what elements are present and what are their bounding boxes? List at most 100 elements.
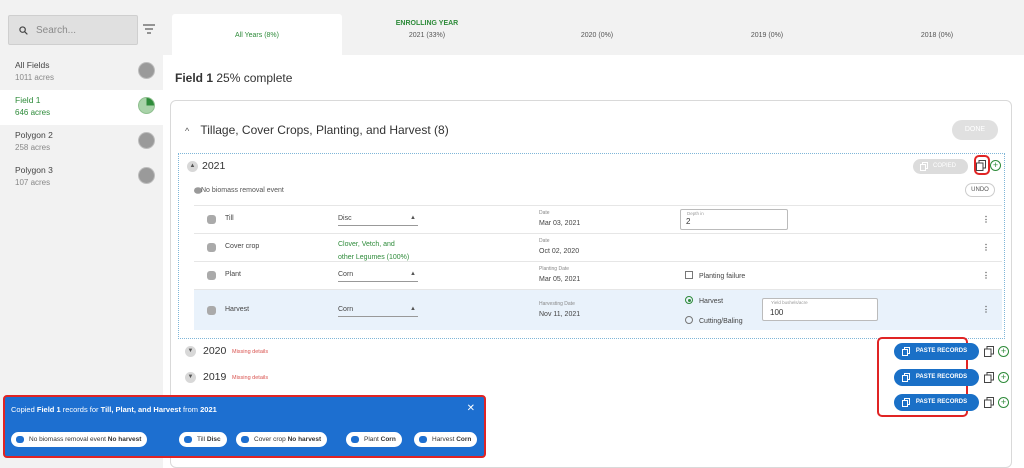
toast-year: 2021 [200,405,217,414]
tab-2018[interactable]: 2018 (0%) [852,14,1022,55]
copy-icon[interactable] [984,346,994,357]
chip-label: Plant [364,436,379,443]
close-icon[interactable]: ✕ [467,403,475,414]
progress-pie-icon [138,132,155,149]
plant-crop-select[interactable]: Corn ▲ [338,271,418,282]
till-icon [207,215,216,224]
progress-pie-icon [138,62,155,79]
more-options-icon[interactable]: ⋮ [982,271,990,280]
year-2021-panel: ▲ 2021 COPIED + No biomass removal event… [178,153,1005,339]
planting-failure-checkbox[interactable]: Planting failure [685,271,745,280]
paste-records-button[interactable]: PASTE RECORDS [894,369,979,386]
undo-button[interactable]: UNDO [965,183,995,197]
tab-label: 2018 (0%) [920,32,954,39]
date-value[interactable]: Oct 02, 2020 [539,248,579,255]
sidebar-item-polygon-2[interactable]: Polygon 2 258 acres [0,125,163,160]
year-row-2019: ▼ 2019 Missing details PASTE RECORDS + [185,369,1011,387]
tab-all-years[interactable]: All Years (8%) [172,14,342,55]
add-circle-icon[interactable]: + [990,160,1001,171]
sidebar-item-field-1[interactable]: Field 1 646 acres [0,90,163,125]
toast-message: Copied Field 1 records for Till, Plant, … [11,405,217,414]
search-icon [19,25,28,35]
missing-details-label: Missing details [232,375,269,381]
dropdown-arrow-icon: ▲ [410,271,416,277]
date-label: Date [539,238,550,244]
paste-icon [902,347,910,356]
date-value[interactable]: Mar 03, 2021 [539,220,580,227]
harvest-crop-select[interactable]: Corn ▲ [338,306,418,317]
done-button[interactable]: DONE [952,120,998,140]
record-chip: Plant Corn [346,432,402,447]
chevron-up-icon: ^ [185,126,190,136]
select-value: Corn [338,306,354,313]
cutting-baling-radio[interactable]: Cutting/Baling [685,316,743,325]
tab-2021[interactable]: ENROLLING YEAR 2021 (33%) [342,14,512,55]
date-value[interactable]: Nov 11, 2021 [539,311,580,318]
yield-field[interactable]: Yield bushels/acre 100 [762,298,878,321]
more-options-icon[interactable]: ⋮ [982,215,990,224]
add-circle-icon[interactable]: + [998,397,1009,408]
tab-2019[interactable]: 2019 (0%) [682,14,852,55]
toast-text: Copied [11,405,37,414]
more-options-icon[interactable]: ⋮ [982,305,990,314]
filter-icon[interactable] [143,24,155,34]
progress-pie-icon [138,167,155,184]
cover-crop-value-line: Clover, Vetch, and [338,241,395,248]
toast-field: Field 1 [36,405,61,414]
sidebar-item-all-fields[interactable]: All Fields 1011 acres [0,55,163,90]
date-label: Date [539,210,550,216]
section-title: Tillage, Cover Crops, Planting, and Harv… [200,123,449,137]
more-options-icon[interactable]: ⋮ [982,243,990,252]
record-chip: No biomass removal event No harvest [11,432,148,447]
add-circle-icon[interactable]: + [998,346,1009,357]
date-label: Harvesting Date [539,301,575,307]
copy-icon[interactable] [984,397,994,408]
operation-name: Cover crop [225,243,260,250]
sidebar-item-polygon-3[interactable]: Polygon 3 107 acres [0,160,163,195]
tab-label: 2020 (0%) [580,32,614,39]
chip-value: Corn [456,436,472,443]
select-value: Corn [338,271,354,278]
harvest-radio[interactable]: Harvest [685,296,723,305]
paste-records-button[interactable]: PASTE RECORDS [894,394,979,411]
operation-row-cover-crop: Cover crop Clover, Vetch, and other Legu… [194,233,1002,261]
operation-name: Till [225,215,234,222]
copy-icon[interactable] [976,160,986,171]
copy-icon [920,162,928,171]
operation-row-plant: Plant Corn ▲ Planting Date Mar 05, 2021 P… [194,261,1002,289]
tab-label: 2021 (33%) [408,32,446,39]
checkbox-icon [685,271,693,279]
copy-toast: Copied Field 1 records for Till, Plant, … [3,395,486,458]
harvest-icon [207,306,216,315]
record-chip: Harvest Corn [414,432,478,447]
paste-records-button[interactable]: PASTE RECORDS [894,343,979,360]
search-input[interactable]: Search... [8,15,138,45]
tab-2020[interactable]: 2020 (0%) [512,14,682,55]
select-value: Disc [338,215,352,222]
copy-icon[interactable] [984,372,994,383]
date-value[interactable]: Mar 05, 2021 [539,276,580,283]
date-label: Planting Date [539,266,570,272]
paste-icon [902,398,910,407]
year-label: 2019 [203,371,227,383]
collapse-icon[interactable]: ▲ [187,161,198,172]
expand-icon[interactable]: ▼ [185,372,196,383]
radio-label: Cutting/Baling [699,318,743,325]
year-row-2020: ▼ 2020 Missing details PASTE RECORDS + [185,343,1011,361]
till-type-select[interactable]: Disc ▲ [338,215,418,226]
chip-value: No harvest [107,436,142,443]
radio-icon [685,316,693,324]
add-circle-icon[interactable]: + [998,372,1009,383]
field-progress: 25% complete [216,71,293,85]
tab-label: 2019 (0%) [750,32,784,39]
chip-value: No harvest [287,436,322,443]
yield-value: 100 [770,308,784,317]
expand-icon[interactable]: ▼ [185,346,196,357]
section-header[interactable]: ^ Tillage, Cover Crops, Planting, and Ha… [185,123,449,137]
chip-label: Harvest [432,436,455,443]
radio-selected-icon [685,296,693,304]
operation-name: Plant [225,271,241,278]
depth-field[interactable]: Depth in 2 [680,209,788,230]
page-title: Field 1 25% complete [175,71,292,85]
operation-row-harvest: Harvest Corn ▲ Harvesting Date Nov 11, 20… [194,289,1002,330]
